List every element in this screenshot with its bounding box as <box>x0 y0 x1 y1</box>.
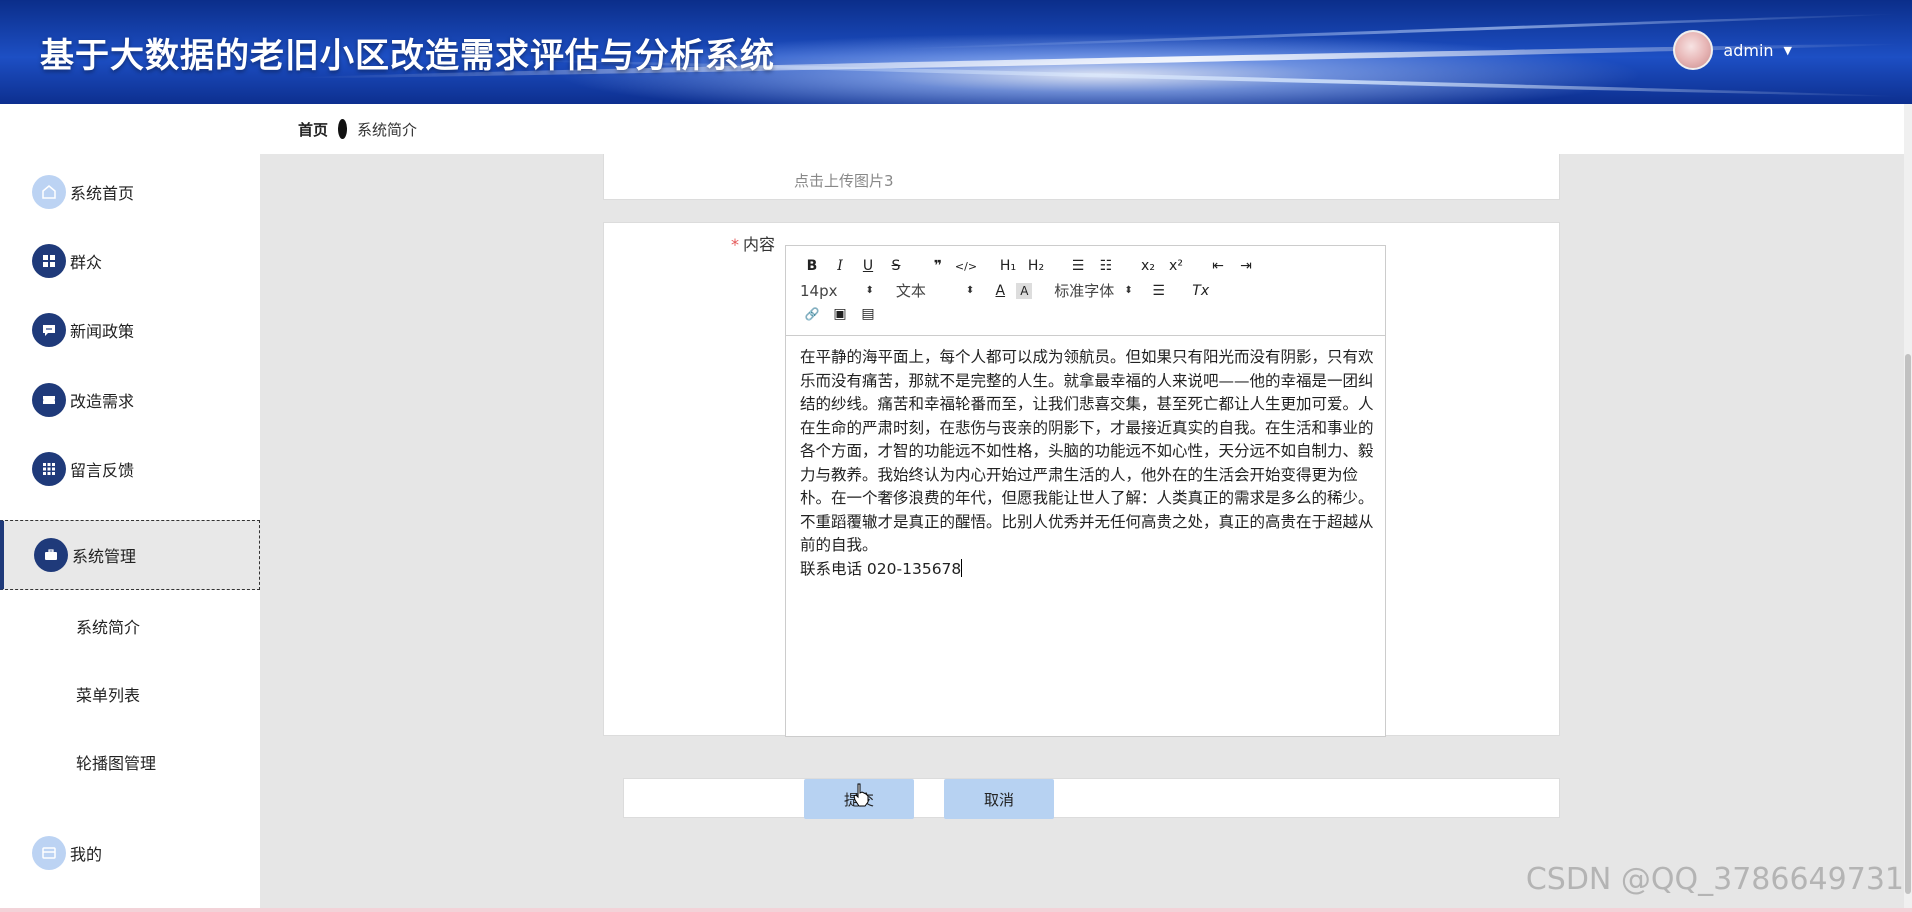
sidebar-item-label: 系统管理 <box>72 547 137 566</box>
cancel-button[interactable]: 取消 <box>944 779 1054 819</box>
content-label-text: 内容 <box>743 235 776 254</box>
app-header: 基于大数据的老旧小区改造需求评估与分析系统 admin ▼ <box>0 0 1912 104</box>
select-arrow-icon: ⬍ <box>865 285 874 296</box>
user-name[interactable]: admin <box>1723 41 1773 60</box>
superscript-button[interactable]: x² <box>1164 256 1188 276</box>
sidebar-item-home[interactable]: 系统首页 <box>0 157 260 227</box>
select-arrow-icon: ⬍ <box>1124 285 1133 296</box>
avatar[interactable] <box>1673 30 1714 70</box>
font-family-value: 标准字体 <box>1054 282 1115 300</box>
heading2-button[interactable]: H₂ <box>1024 256 1048 276</box>
font-size-select[interactable]: 14px ⬍ <box>800 282 874 300</box>
blockquote-button[interactable]: ❞ <box>926 256 950 276</box>
toolbar-row: 🔗 ▣ ▤ <box>800 304 884 324</box>
briefcase-icon <box>34 538 68 572</box>
required-mark: * <box>731 235 739 254</box>
ticket-icon <box>32 383 66 417</box>
text-color-button[interactable]: A <box>988 281 1012 301</box>
text-type-value: 文本 <box>895 282 926 300</box>
italic-button[interactable]: I <box>828 256 852 276</box>
rich-text-editor[interactable]: B I U S ❞ </> H₁ H₂ ☰ ☷ x₂ x² ⇤ ⇥ 14px ⬍ … <box>785 245 1386 737</box>
page-scrollbar[interactable] <box>1904 104 1912 912</box>
content-form-card: * 内容 B I U S ❞ </> H₁ H₂ ☰ ☷ x₂ x² ⇤ ⇥ 14… <box>603 222 1560 737</box>
grid-icon <box>32 244 66 278</box>
chat-icon <box>32 313 66 347</box>
sidebar-item-label: 系统首页 <box>70 184 135 203</box>
editor-content[interactable]: 在平静的海平面上，每个人都可以成为领航员。但如果只有阳光而没有阴影，只有欢乐而没… <box>800 346 1375 581</box>
subscript-button[interactable]: x₂ <box>1136 256 1160 276</box>
editor-phone-line: 联系电话 020-135678 <box>800 559 962 578</box>
sidebar-subitem-label: 系统简介 <box>76 618 141 637</box>
heading1-button[interactable]: H₁ <box>996 256 1020 276</box>
editor-toolbar: B I U S ❞ </> H₁ H₂ ☰ ☷ x₂ x² ⇤ ⇥ 14px ⬍ … <box>786 246 1385 336</box>
sidebar-item-renovation[interactable]: 改造需求 <box>0 365 260 435</box>
indent-button[interactable]: ⇥ <box>1234 256 1258 276</box>
sidebar-item-system-management[interactable]: 系统管理 <box>0 520 260 590</box>
select-arrow-icon: ⬍ <box>965 285 975 296</box>
underline-button[interactable]: U <box>856 256 880 276</box>
editor-paragraph: 在平静的海平面上，每个人都可以成为领航员。但如果只有阳光而没有阴影，只有欢乐而没… <box>800 348 1374 554</box>
bullet-list-button[interactable]: ☷ <box>1094 256 1118 276</box>
align-button[interactable]: ☰ <box>1147 281 1171 301</box>
outdent-button[interactable]: ⇤ <box>1206 256 1230 276</box>
image-icon[interactable]: ▣ <box>828 304 852 324</box>
font-size-value: 14px <box>800 281 838 300</box>
ordered-list-button[interactable]: ☰ <box>1066 256 1090 276</box>
clear-format-button[interactable]: Tx <box>1189 281 1213 301</box>
strike-button[interactable]: S <box>884 256 908 276</box>
breadcrumb-current: 系统简介 <box>357 120 418 139</box>
app-title: 基于大数据的老旧小区改造需求评估与分析系统 <box>40 36 775 76</box>
sidebar-subitem-menu-list[interactable]: 菜单列表 <box>0 664 260 724</box>
link-icon[interactable]: 🔗 <box>800 304 824 324</box>
code-block-button[interactable]: </> <box>954 256 978 276</box>
sidebar-subitem-system-intro[interactable]: 系统简介 <box>0 596 260 656</box>
sidebar-item-feedback[interactable]: 留言反馈 <box>0 434 260 504</box>
sidebar-subitem-label: 菜单列表 <box>76 686 141 705</box>
sidebar-item-label: 留言反馈 <box>70 461 135 480</box>
watermark: CSDN @QQ_3786649731 <box>1525 862 1904 897</box>
sidebar: 系统首页 群众 新闻政策 改造需求 留言反馈 系统管理 系统简介 菜单列表 轮播… <box>0 104 260 912</box>
upload-card: 点击上传图片3 <box>603 154 1560 200</box>
wallet-icon <box>32 836 66 870</box>
sidebar-item-label: 新闻政策 <box>70 322 135 341</box>
sidebar-subitem-carousel[interactable]: 轮播图管理 <box>0 732 260 792</box>
upload-hint[interactable]: 点击上传图片3 <box>794 170 894 191</box>
content-field-label: * 内容 <box>731 231 775 255</box>
toolbar-row: 14px ⬍ 文本 ⬍ A A 标准字体 ⬍ ☰ Tx <box>800 280 1217 301</box>
toolbar-row: B I U S ❞ </> H₁ H₂ ☰ ☷ x₂ x² ⇤ ⇥ <box>800 256 1262 276</box>
sidebar-item-news[interactable]: 新闻政策 <box>0 295 260 365</box>
sidebar-subitem-label: 轮播图管理 <box>76 754 157 773</box>
home-icon <box>32 175 66 209</box>
sidebar-item-mine[interactable]: 我的 <box>0 818 260 888</box>
apps-icon <box>32 452 66 486</box>
breadcrumb: 首页 系统简介 <box>260 104 1912 154</box>
background-color-button[interactable]: A <box>1016 282 1033 299</box>
video-icon[interactable]: ▤ <box>856 304 880 324</box>
sidebar-item-label: 改造需求 <box>70 392 135 411</box>
sidebar-item-crowd[interactable]: 群众 <box>0 226 260 296</box>
scrollbar-thumb[interactable] <box>1905 354 1911 894</box>
breadcrumb-separator <box>338 119 348 139</box>
text-type-select[interactable]: 文本 ⬍ <box>896 280 974 301</box>
sidebar-item-label: 群众 <box>70 253 103 272</box>
breadcrumb-home[interactable]: 首页 <box>298 119 328 140</box>
bold-button[interactable]: B <box>800 256 824 276</box>
sidebar-item-label: 我的 <box>70 845 103 864</box>
font-family-select[interactable]: 标准字体 ⬍ <box>1054 280 1132 301</box>
form-actions: 提交 取消 <box>623 778 1560 819</box>
pointer-cursor-icon <box>853 783 869 807</box>
bottom-border <box>0 908 1912 912</box>
chevron-down-icon[interactable]: ▼ <box>1784 44 1792 57</box>
text-cursor <box>961 558 963 577</box>
user-menu[interactable]: admin ▼ <box>1673 30 1792 70</box>
